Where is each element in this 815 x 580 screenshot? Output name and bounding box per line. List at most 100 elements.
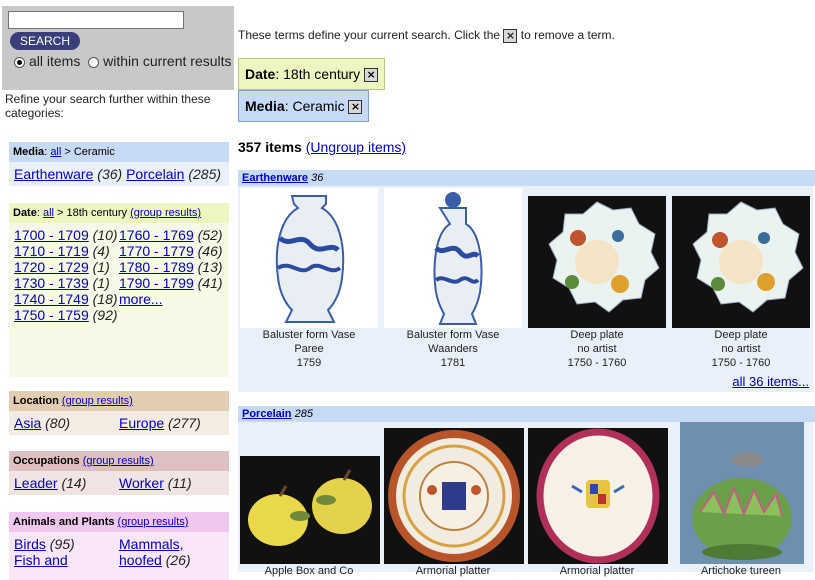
search-input[interactable] bbox=[8, 11, 184, 29]
facet-date-title: Date bbox=[13, 207, 37, 219]
facet-occupations-body: Leader (14) Worker (11) bbox=[9, 471, 229, 495]
search-button[interactable]: SEARCH bbox=[10, 32, 80, 50]
search-panel: SEARCH all items within current results bbox=[2, 6, 234, 90]
armorial-platter-image[interactable] bbox=[384, 428, 524, 564]
result-card[interactable]: Armorial platter bbox=[528, 564, 666, 578]
facet-date-all-link[interactable]: all bbox=[43, 207, 54, 219]
items-count-heading: 357 items (Ungroup items) bbox=[238, 139, 406, 155]
term-media-value: : Ceramic bbox=[284, 98, 345, 114]
facet-count: (1) bbox=[92, 259, 110, 275]
facet-item-date[interactable]: 1710 - 1719 bbox=[14, 243, 89, 259]
facet-item-fish[interactable]: Fish and bbox=[14, 552, 68, 568]
ungroup-items-link[interactable]: (Ungroup items) bbox=[306, 139, 406, 155]
facet-item-worker[interactable]: Worker bbox=[119, 475, 164, 491]
radio-all-items[interactable] bbox=[14, 56, 25, 68]
facet-count: (13) bbox=[197, 259, 223, 275]
facet-item-date[interactable]: 1730 - 1739 bbox=[14, 275, 89, 291]
card-title: Apple Box and Co bbox=[264, 565, 354, 577]
facet-item-birds[interactable]: Birds bbox=[14, 536, 46, 552]
armorial-platter-image[interactable] bbox=[528, 428, 668, 564]
card-title: Deep plate bbox=[714, 329, 768, 341]
facet-count: (52) bbox=[197, 227, 223, 243]
facet-item-earthenware[interactable]: Earthenware bbox=[14, 166, 93, 182]
radio-within-label: within current results bbox=[103, 53, 232, 69]
facet-animals-title: Animals and Plants bbox=[13, 516, 115, 528]
radio-within-results[interactable] bbox=[88, 56, 100, 68]
refine-text: Refine your search further within these … bbox=[5, 92, 211, 120]
facet-location-body: Asia (80) Europe (277) bbox=[9, 411, 229, 435]
facet-count: (18) bbox=[92, 291, 118, 307]
result-card[interactable]: Artichoke tureen bbox=[672, 564, 810, 578]
facet-location: Location (group results) Asia (80) Europ… bbox=[9, 391, 229, 435]
facet-date-group-link[interactable]: (group results) bbox=[130, 207, 201, 219]
all-earthenware-items-link[interactable]: all 36 items... bbox=[732, 374, 809, 389]
facet-count: (46) bbox=[197, 243, 223, 259]
card-title: Artichoke tureen bbox=[700, 565, 782, 577]
facet-count: (41) bbox=[197, 275, 223, 291]
card-artist: no artist bbox=[577, 343, 617, 355]
result-card[interactable]: Deep plate no artist 1750 - 1760 bbox=[528, 328, 666, 370]
plate-image[interactable] bbox=[672, 196, 810, 328]
result-card[interactable]: Apple Box and Co bbox=[240, 564, 378, 578]
plate-image[interactable] bbox=[528, 196, 666, 328]
facet-location-group-link[interactable]: (group results) bbox=[62, 395, 133, 407]
facet-item-date[interactable]: 1740 - 1749 bbox=[14, 291, 89, 307]
result-card[interactable]: Deep plate no artist 1750 - 1760 bbox=[672, 328, 810, 370]
facet-date-left-column: 1700 - 1709 (10) 1710 - 1719 (4) 1720 - … bbox=[14, 227, 119, 373]
facet-media-header: Media: all > Ceramic bbox=[9, 142, 229, 162]
facet-animals-group-link[interactable]: (group results) bbox=[118, 516, 189, 528]
facet-item-porcelain[interactable]: Porcelain bbox=[126, 166, 184, 182]
card-title: Baluster form Vase bbox=[406, 329, 500, 341]
facet-item-leader[interactable]: Leader bbox=[14, 475, 58, 491]
card-title: Baluster form Vase bbox=[262, 329, 356, 341]
facet-count: (1) bbox=[92, 275, 110, 291]
facet-date-body: 1700 - 1709 (10) 1710 - 1719 (4) 1720 - … bbox=[9, 223, 229, 377]
search-term-media: Media: Ceramic × bbox=[238, 90, 370, 122]
group-earthenware-count: 36 bbox=[311, 172, 324, 184]
vase-image[interactable] bbox=[240, 188, 378, 328]
facet-count: (4) bbox=[92, 243, 110, 259]
facet-media-all-link[interactable]: all bbox=[50, 146, 61, 158]
result-card[interactable]: Baluster form Vase Paree 1759 bbox=[240, 328, 378, 370]
term-date-value: : 18th century bbox=[275, 66, 361, 82]
facet-occupations-title: Occupations bbox=[13, 455, 80, 467]
facet-item-asia[interactable]: Asia bbox=[14, 415, 41, 431]
group-porcelain-count: 285 bbox=[294, 408, 313, 420]
group-earthenware-header: Earthenware 36 bbox=[238, 170, 815, 186]
facet-media-body: Earthenware (36) Porcelain (285) bbox=[9, 162, 229, 186]
facet-item-date[interactable]: 1700 - 1709 bbox=[14, 227, 89, 243]
group-porcelain-link[interactable]: Porcelain bbox=[242, 408, 292, 420]
facet-item-date[interactable]: 1770 - 1779 bbox=[119, 243, 194, 259]
facet-item-date[interactable]: 1750 - 1759 bbox=[14, 307, 89, 323]
facet-media-title: Media bbox=[13, 146, 45, 158]
card-title: Armorial platter bbox=[415, 565, 491, 577]
term-date-label: Date bbox=[245, 66, 276, 82]
facet-location-title: Location bbox=[13, 395, 59, 407]
terms-intro-after: to remove a term. bbox=[520, 28, 615, 42]
facet-count: (95) bbox=[49, 536, 75, 552]
facet-item-date[interactable]: 1790 - 1799 bbox=[119, 275, 194, 291]
remove-term-media-close-icon[interactable]: × bbox=[348, 100, 363, 115]
facet-media-crumb: > Ceramic bbox=[61, 146, 115, 158]
facet-item-date[interactable]: 1780 - 1789 bbox=[119, 259, 194, 275]
lidded-vase-image[interactable] bbox=[384, 188, 522, 328]
facet-occupations-group-link[interactable]: (group results) bbox=[83, 455, 154, 467]
artichoke-tureen-image[interactable] bbox=[680, 422, 804, 564]
facet-count: (10) bbox=[92, 227, 118, 243]
facet-count: (14) bbox=[61, 475, 87, 491]
group-earthenware-link[interactable]: Earthenware bbox=[242, 172, 308, 184]
result-card[interactable]: Baluster form Vase Waanders 1781 bbox=[384, 328, 522, 370]
facet-item-date[interactable]: 1760 - 1769 bbox=[119, 227, 194, 243]
terms-instructions: These terms define your current search. … bbox=[238, 28, 615, 43]
facet-occupations: Occupations (group results) Leader (14) … bbox=[9, 451, 229, 495]
facet-animals-header: Animals and Plants (group results) bbox=[9, 512, 229, 532]
facet-item-europe[interactable]: Europe bbox=[119, 415, 164, 431]
facet-item-date[interactable]: 1720 - 1729 bbox=[14, 259, 89, 275]
apple-box-image[interactable] bbox=[240, 456, 380, 564]
facet-date-more-link[interactable]: more... bbox=[119, 291, 163, 307]
facet-date-right-column: 1760 - 1769 (52) 1770 - 1779 (46) 1780 -… bbox=[119, 227, 224, 373]
facet-count: (26) bbox=[165, 552, 191, 568]
facet-count: (277) bbox=[168, 415, 201, 431]
remove-term-date-close-icon[interactable]: × bbox=[364, 68, 379, 83]
result-card[interactable]: Armorial platter bbox=[384, 564, 522, 578]
